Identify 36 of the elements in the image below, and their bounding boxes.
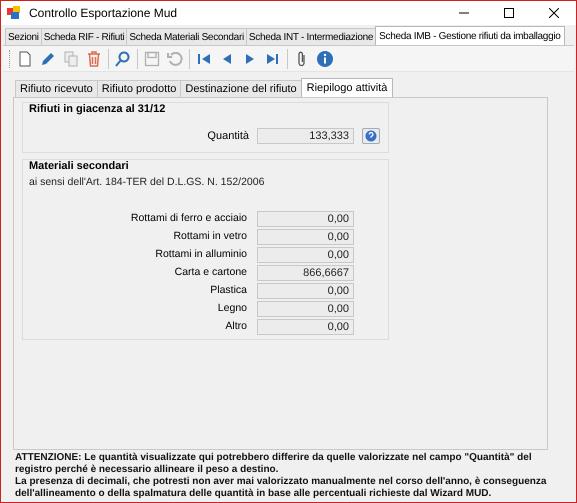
value-field[interactable]: 0,00 <box>257 301 354 318</box>
value-field[interactable]: 0,00 <box>257 211 354 228</box>
tab[interactable]: Scheda IMB - Gestione rifiuti da imballaggio <box>375 26 565 45</box>
warning-text: La presenza di decimali, che potresti non aver mai valorizzato manualmente nel corso dell'anno, è conseguenza dell'allineamento o della spalmatura delle quantità in base alle percentuali richieste dal Wizard MUD. <box>15 476 548 500</box>
app-icon <box>7 6 21 20</box>
tab[interactable]: Rifiuto ricevuto <box>15 80 98 97</box>
field-label: Rottami di ferro e acciaio <box>130 211 247 226</box>
warning-text: ATTENZIONE: Le quantità visualizzate qui potrebbero differire da quelle valorizzate nel campo "Quantità" del registro perché è necessario allineare il peso a destino. <box>15 452 533 476</box>
tab[interactable]: Rifiuto prodotto <box>96 80 182 97</box>
window-title: Controllo Esportazione Mud <box>29 5 178 22</box>
value-field[interactable]: 0,00 <box>257 229 354 246</box>
close-icon <box>548 8 558 18</box>
tab[interactable]: Scheda INT - Intermediazione <box>246 28 376 45</box>
field-label: Legno <box>218 301 247 316</box>
field-label: Carta e cartone <box>174 265 247 280</box>
help-button[interactable] <box>362 128 380 144</box>
section-title: Materiali secondari <box>28 159 130 174</box>
tab[interactable]: Sezioni <box>5 28 42 45</box>
field-label: Altro <box>225 319 247 334</box>
field-label: Rottami in alluminio <box>155 247 247 262</box>
field-label: Rottami in vetro <box>173 229 247 244</box>
quantity-field[interactable]: 133,333 <box>257 128 354 144</box>
value-field[interactable]: 0,00 <box>257 247 354 264</box>
tab[interactable]: Scheda Materiali Secondari <box>126 28 247 45</box>
section-title: Rifiuti in giacenza al 31/12 <box>28 102 166 117</box>
value-field[interactable]: 0,00 <box>257 319 354 336</box>
field-label: Quantità <box>207 128 249 144</box>
tab[interactable]: Scheda RIF - Rifiuti <box>40 28 128 45</box>
section-subtitle: ai sensi dell'Art. 184-TER del D.L.GS. N. 152/2006 <box>28 174 266 190</box>
value-field[interactable]: 0,00 <box>257 283 354 300</box>
field-label: Plastica <box>210 283 247 298</box>
value-field[interactable]: 866,6667 <box>257 265 354 282</box>
help-icon <box>365 130 377 142</box>
tab[interactable]: Riepilogo attività <box>300 78 394 97</box>
tab[interactable]: Destinazione del rifiuto <box>180 80 302 97</box>
maximize-icon <box>504 8 514 18</box>
